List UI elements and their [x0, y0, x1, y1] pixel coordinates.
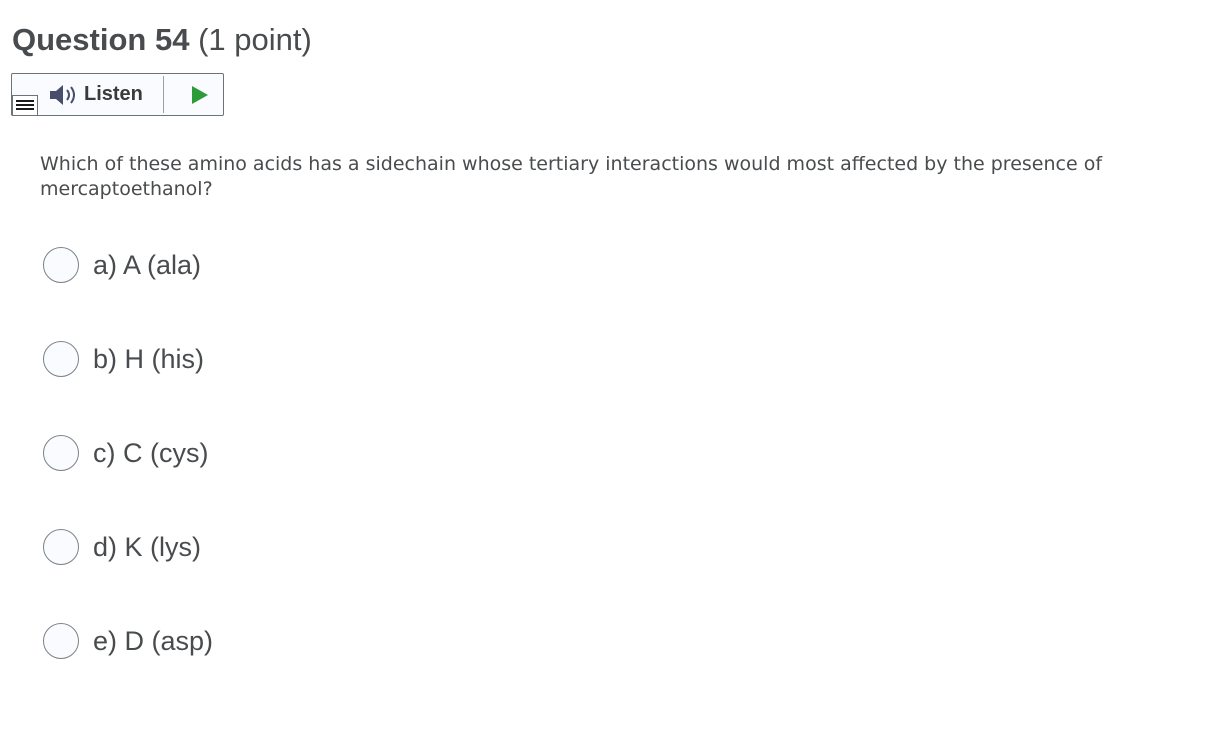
- menu-icon[interactable]: [12, 95, 38, 116]
- radio-button[interactable]: [43, 435, 79, 471]
- option-label: e) D (asp): [93, 625, 214, 656]
- answer-option-d[interactable]: d) K (lys): [43, 527, 213, 567]
- listen-button[interactable]: Listen: [48, 74, 164, 115]
- play-icon: [192, 85, 208, 104]
- radio-button[interactable]: [43, 247, 79, 283]
- option-label: b) H (his): [93, 343, 205, 374]
- question-prompt: Which of these amino acids has a sidecha…: [40, 153, 1103, 200]
- answer-option-c[interactable]: c) C (cys): [43, 433, 213, 473]
- option-label: a) A (ala): [93, 249, 202, 280]
- question-heading: Question 54 (1 point): [12, 20, 312, 60]
- radio-button[interactable]: [43, 341, 79, 377]
- answer-option-e[interactable]: e) D (asp): [43, 621, 213, 661]
- option-label: c) C (cys): [93, 437, 209, 468]
- radio-button[interactable]: [43, 623, 79, 659]
- quiz-question-page: Question 54 (1 point) Listen Which of th…: [0, 0, 1206, 734]
- toolbar-divider: [163, 76, 164, 113]
- option-label: d) K (lys): [93, 531, 201, 562]
- answer-options: a) A (ala) b) H (his) c) C (cys) d) K (l…: [43, 245, 213, 715]
- speaker-icon: [50, 84, 75, 105]
- question-points: (1 point): [198, 22, 312, 57]
- radio-button[interactable]: [43, 529, 79, 565]
- answer-option-b[interactable]: b) H (his): [43, 339, 213, 379]
- play-button[interactable]: [177, 74, 223, 115]
- read-aloud-toolbar: Listen: [11, 73, 224, 116]
- listen-label: Listen: [84, 83, 143, 105]
- answer-option-a[interactable]: a) A (ala): [43, 245, 213, 285]
- question-number: Question 54: [12, 22, 190, 57]
